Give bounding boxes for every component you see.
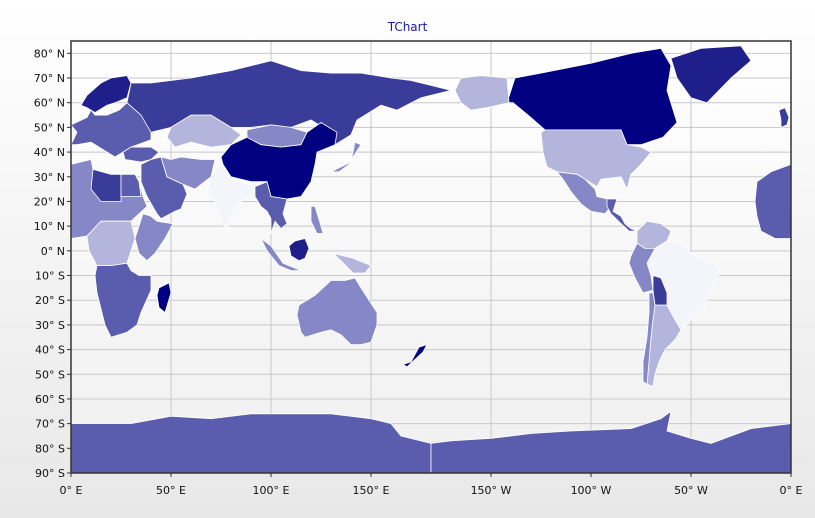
- region-central-africa: [86, 220, 136, 267]
- x-tick-label: 100° W: [571, 484, 612, 497]
- y-tick-label: 30° S: [35, 319, 65, 332]
- y-tick-label: 40° N: [34, 146, 65, 159]
- y-tick-label: 0° N: [41, 245, 65, 258]
- y-tick-label: 70° S: [35, 418, 65, 431]
- x-tick-label: 50° E: [156, 484, 186, 497]
- y-tick-label: 50° S: [35, 368, 65, 381]
- y-tick-label: 80° S: [35, 442, 65, 455]
- y-tick-label: 30° N: [34, 171, 65, 184]
- x-tick-label: 150° W: [471, 484, 512, 497]
- x-tick-label: 0° E: [780, 484, 803, 497]
- y-tick-label: 80° N: [34, 47, 65, 60]
- y-tick-label: 10° N: [34, 220, 65, 233]
- y-axis: 80° N 70° N 60° N 50° N 40° N 30° N 20° N 10° N…: [34, 47, 71, 480]
- x-tick-label: 150° E: [353, 484, 390, 497]
- y-tick-label: 90° S: [35, 467, 65, 480]
- x-tick-label: 0° E: [60, 484, 83, 497]
- y-tick-label: 20° N: [34, 195, 65, 208]
- x-tick-label: 100° E: [253, 484, 290, 497]
- x-tick-label: 50° W: [674, 484, 708, 497]
- y-tick-label: 60° S: [35, 393, 65, 406]
- y-tick-label: 50° N: [34, 121, 65, 134]
- x-axis: 0° E 50° E 100° E 150° E 150° W 100° W 50° W 0°…: [60, 473, 803, 497]
- y-tick-label: 70° N: [34, 72, 65, 85]
- y-tick-label: 40° S: [35, 344, 65, 357]
- y-tick-label: 10° S: [35, 270, 65, 283]
- y-tick-label: 20° S: [35, 294, 65, 307]
- world-map: 80° N 70° N 60° N 50° N 40° N 30° N 20° N 10° N…: [34, 40, 803, 497]
- y-tick-label: 60° N: [34, 97, 65, 110]
